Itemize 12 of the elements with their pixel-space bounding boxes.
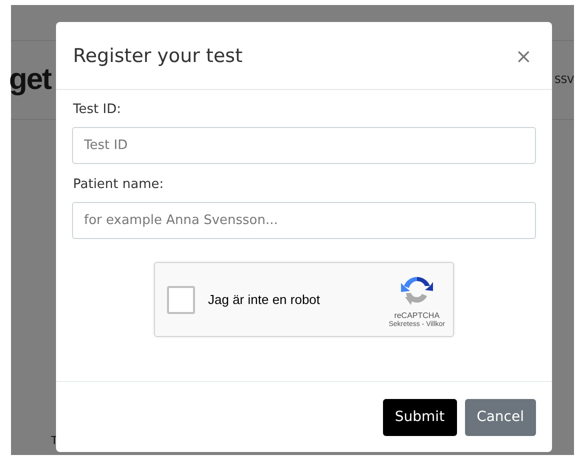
close-button[interactable]: × [511,44,536,68]
input-field[interactable]: Test ID [72,127,536,164]
modal-title: Register your test [73,44,243,66]
captcha-checkbox[interactable] [167,286,195,314]
field-label: Patient name: [73,177,165,192]
submit-button[interactable]: Submit [382,398,457,436]
input-field[interactable]: for example Anna Svensson... [72,202,536,239]
recaptcha-logo-icon [400,275,433,307]
cancel-button[interactable]: Cancel [464,398,536,436]
captcha-brand: reCAPTCHA [394,311,440,320]
field-label: Test ID: [73,102,122,117]
captcha-label: Jag är inte en robot [208,292,322,307]
